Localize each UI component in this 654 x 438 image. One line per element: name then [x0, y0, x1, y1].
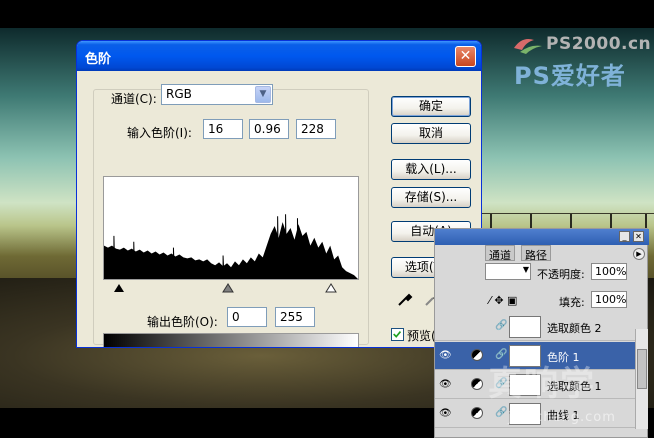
channel-value: RGB: [166, 87, 192, 101]
blend-mode-select[interactable]: ▼: [485, 263, 531, 280]
output-gradient: [103, 333, 359, 347]
input-gamma-handle[interactable]: [222, 283, 234, 293]
checkmark-icon: [393, 330, 402, 338]
eye-icon[interactable]: 👁: [439, 350, 453, 361]
chevron-down-icon[interactable]: ▼: [523, 265, 529, 274]
dialog-body: 通道(C): RGB ▼ 输入色阶(I): 16 0.96 228 输出色阶(O…: [77, 71, 481, 347]
output-levels-label: 输出色阶(O):: [147, 315, 218, 329]
panel-titlebar[interactable]: _ ✕: [435, 229, 649, 245]
ok-button[interactable]: 确定: [391, 96, 471, 117]
link-icon: 🔗: [495, 320, 508, 331]
watermark-logo: PS2000.cn PS爱好者: [510, 30, 652, 90]
watermark-bottom-url: jiaocheng.com: [508, 410, 616, 425]
dialog-titlebar[interactable]: 色阶 ✕: [77, 41, 481, 71]
load-button[interactable]: 载入(L)...: [391, 159, 471, 180]
input-black-handle[interactable]: [114, 284, 124, 292]
output-white-field[interactable]: 255: [275, 307, 315, 327]
levels-dialog: 色阶 ✕ 通道(C): RGB ▼ 输入色阶(I): 16 0.96 228 输…: [76, 40, 482, 348]
input-black-field[interactable]: 16: [203, 119, 243, 139]
layers-panel: _ ✕ 通道 路径 ▶ ▼ 不透明度: 100% ⁄ ✥ ▣ 填充: 100% …: [434, 228, 649, 438]
tab-paths[interactable]: 路径: [521, 245, 551, 262]
scrollbar-thumb[interactable]: [637, 349, 647, 389]
save-button[interactable]: 存储(S)...: [391, 187, 471, 208]
input-gamma-field[interactable]: 0.96: [249, 119, 289, 139]
close-button[interactable]: ✕: [455, 46, 476, 67]
channel-label: 通道(C):: [111, 92, 157, 106]
layer-name[interactable]: 选取颜色 2: [547, 320, 602, 336]
layer-mask-thumbnail[interactable]: [509, 316, 541, 338]
minimize-panel-button[interactable]: _: [619, 231, 630, 242]
histogram: [103, 176, 359, 280]
watermark-bottom: 真响学: [488, 364, 596, 404]
channel-select[interactable]: RGB ▼: [161, 84, 273, 105]
link-icon: 🔗: [495, 407, 508, 418]
opacity-field[interactable]: 100%: [591, 263, 627, 280]
input-levels-label: 输入色阶(I):: [127, 126, 192, 140]
dialog-title: 色阶: [85, 52, 112, 67]
watermark-brand: PS爱好者: [514, 62, 626, 90]
output-black-field[interactable]: 0: [227, 307, 267, 327]
layer-row[interactable]: 🔗 选取颜色 2: [435, 313, 635, 341]
cancel-button[interactable]: 取消: [391, 123, 471, 144]
fill-label: 填充:: [559, 296, 585, 309]
adjustment-layer-icon: [471, 349, 483, 361]
fill-field[interactable]: 100%: [591, 291, 627, 308]
panel-menu-icon[interactable]: ▶: [633, 248, 645, 260]
watermark-site: PS2000.cn: [546, 34, 652, 54]
adjustment-layer-icon: [471, 378, 483, 390]
opacity-label: 不透明度:: [537, 268, 585, 281]
adjustment-layer-icon: [471, 407, 483, 419]
input-white-field[interactable]: 228: [296, 119, 336, 139]
black-eyedropper-icon[interactable]: [397, 291, 413, 307]
lock-icons[interactable]: ⁄ ✥ ▣: [489, 294, 517, 307]
preview-checkbox[interactable]: [391, 328, 404, 341]
layers-scrollbar[interactable]: [635, 329, 648, 429]
input-white-handle[interactable]: [325, 283, 337, 293]
tab-channels[interactable]: 通道: [485, 245, 515, 262]
chevron-down-icon[interactable]: ▼: [255, 86, 271, 103]
eye-icon[interactable]: 👁: [439, 379, 453, 390]
close-panel-button[interactable]: ✕: [633, 231, 644, 242]
input-slider[interactable]: [103, 283, 359, 293]
eye-icon[interactable]: 👁: [439, 408, 453, 419]
ps-logo-icon: [514, 39, 542, 54]
